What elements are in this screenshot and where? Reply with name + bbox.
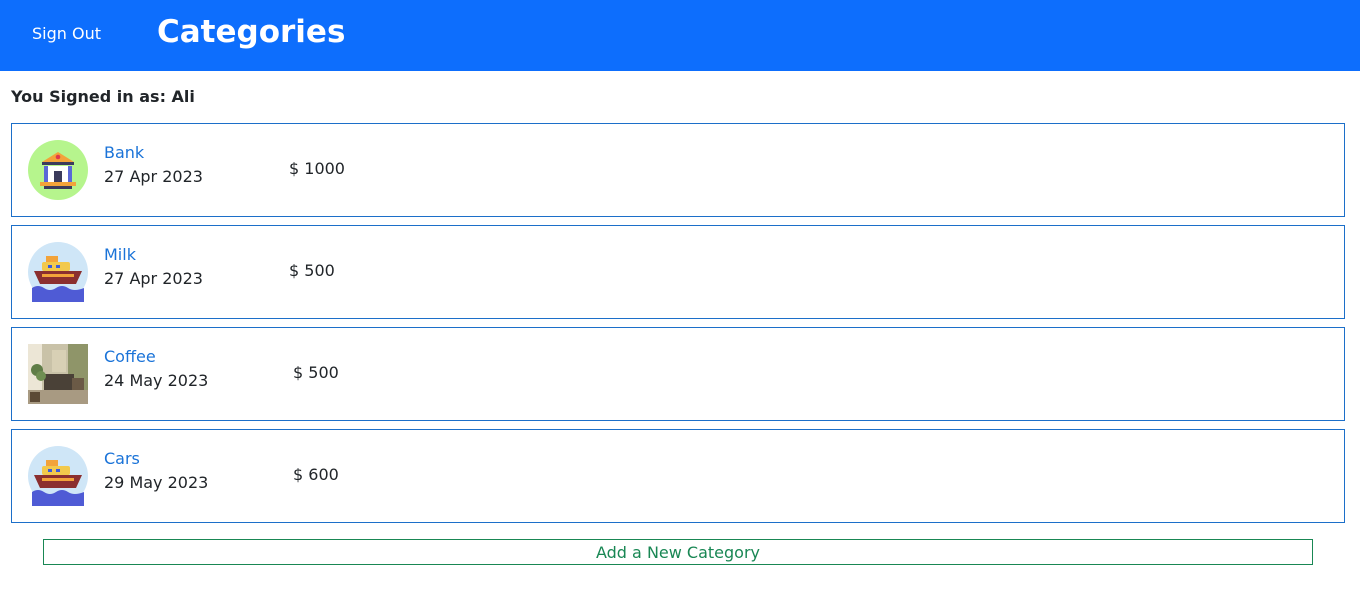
- category-amount: $ 600: [293, 465, 339, 484]
- category-card[interactable]: Cars 29 May 2023 $ 600: [11, 429, 1345, 523]
- category-amount: $ 500: [289, 261, 335, 280]
- category-card[interactable]: Milk 27 Apr 2023 $ 500: [11, 225, 1345, 319]
- top-navbar: Sign Out Categories: [0, 0, 1360, 71]
- category-date: 29 May 2023: [104, 473, 209, 492]
- category-name[interactable]: Bank: [104, 143, 144, 162]
- bank-icon: [28, 140, 88, 200]
- sign-out-link[interactable]: Sign Out: [32, 24, 101, 43]
- add-category-button[interactable]: Add a New Category: [43, 539, 1313, 565]
- category-date: 27 Apr 2023: [104, 269, 203, 288]
- signed-in-text: You Signed in as: Ali: [11, 87, 195, 106]
- category-amount: $ 500: [293, 363, 339, 382]
- category-amount: $ 1000: [289, 159, 345, 178]
- ship-icon: [28, 446, 88, 506]
- category-name[interactable]: Cars: [104, 449, 140, 468]
- ship-icon: [28, 242, 88, 302]
- category-card[interactable]: Bank 27 Apr 2023 $ 1000: [11, 123, 1345, 217]
- category-date: 24 May 2023: [104, 371, 209, 390]
- category-name[interactable]: Milk: [104, 245, 136, 264]
- category-name[interactable]: Coffee: [104, 347, 156, 366]
- category-date: 27 Apr 2023: [104, 167, 203, 186]
- page-title: Categories: [157, 14, 346, 50]
- category-card[interactable]: Coffee 24 May 2023 $ 500: [11, 327, 1345, 421]
- category-list: Bank 27 Apr 2023 $ 1000 Milk 27 Apr 2023…: [11, 123, 1345, 531]
- room-photo: [28, 344, 88, 404]
